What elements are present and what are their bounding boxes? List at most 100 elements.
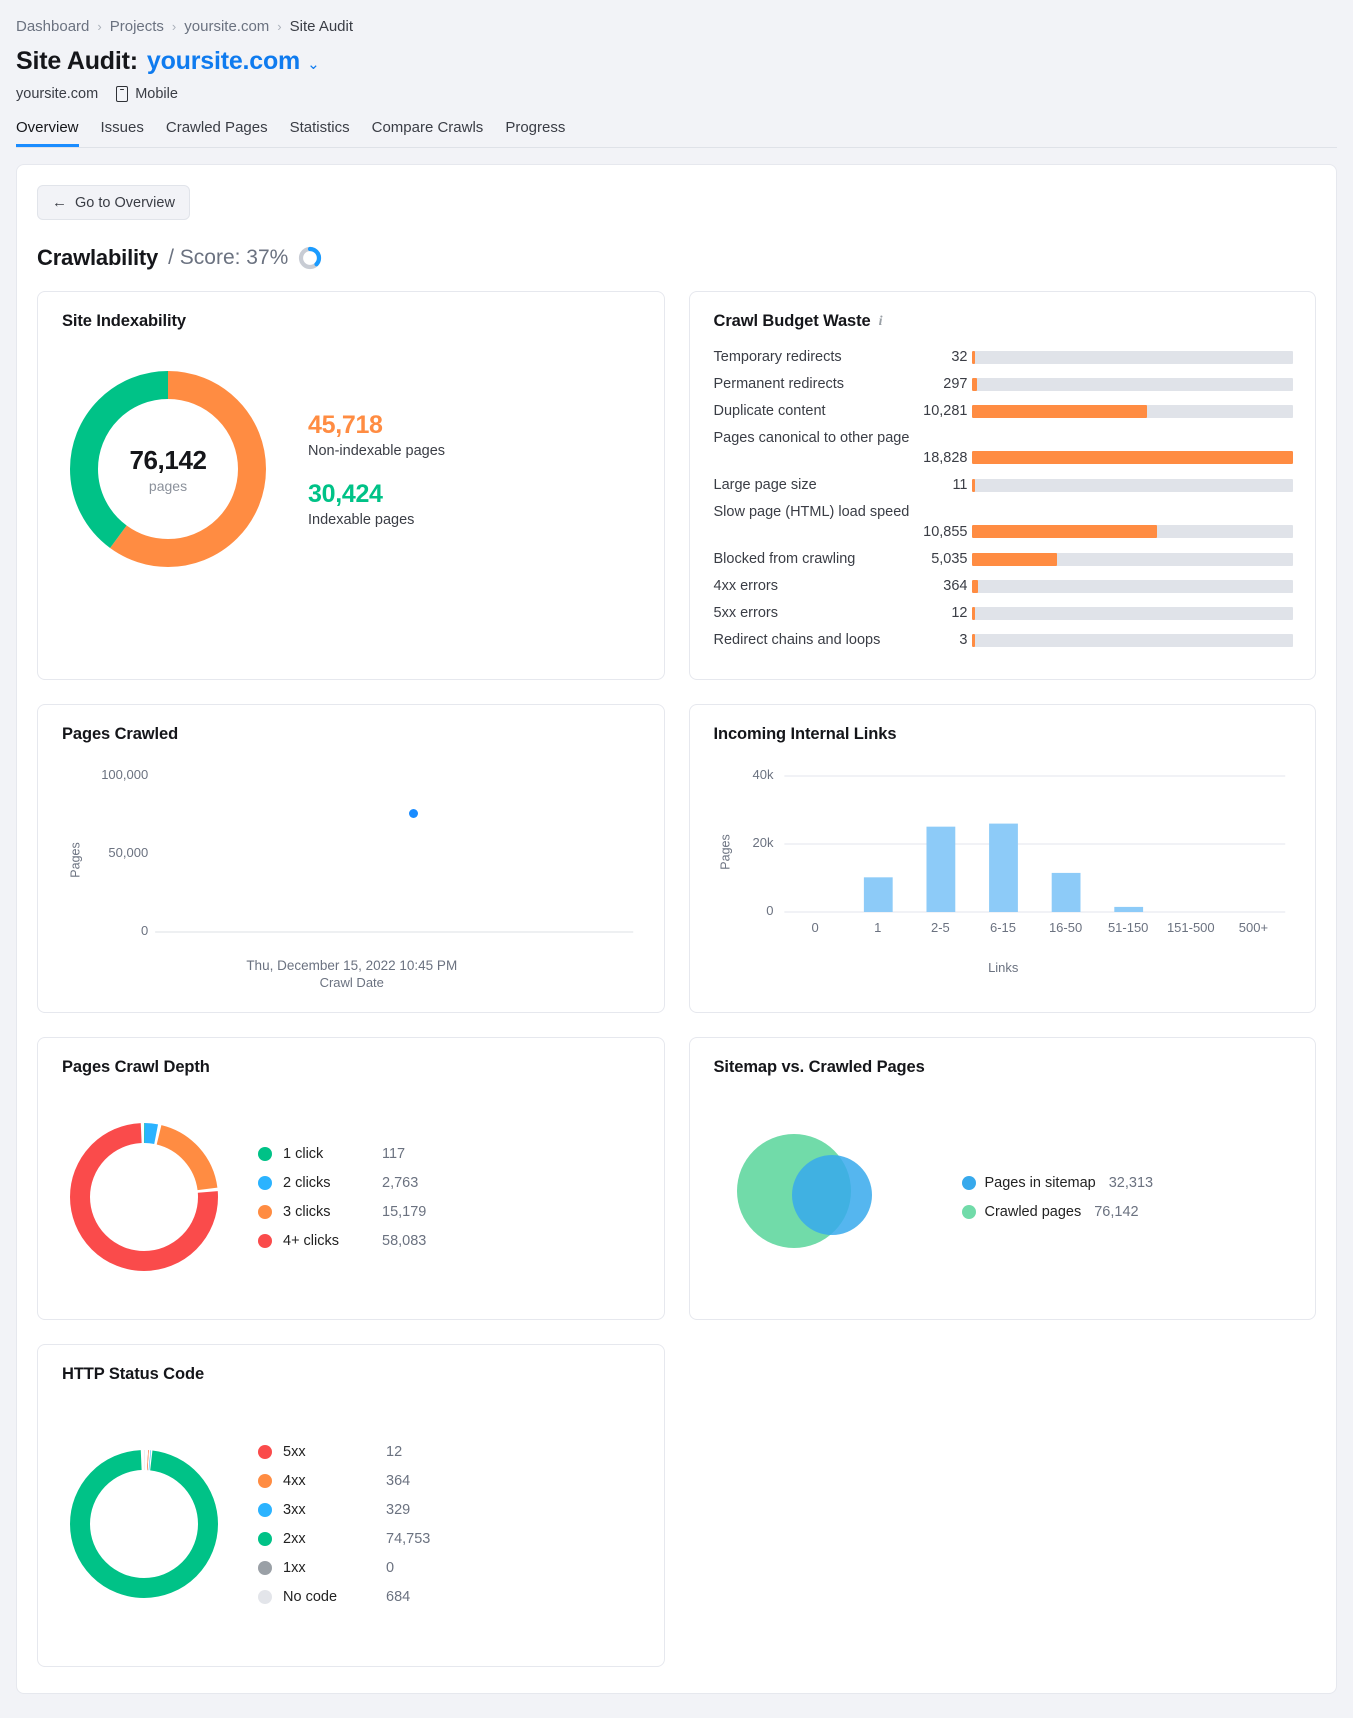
crawl-budget-label-group: Duplicate content 10,281	[714, 401, 972, 421]
crawl-depth-legend: 1 click1172 clicks2,7633 clicks15,1794+ …	[258, 1146, 426, 1249]
card-title-text: Pages Crawl Depth	[62, 1058, 210, 1077]
legend-label: 5xx	[283, 1444, 375, 1460]
venn-circle-sitemap	[792, 1155, 872, 1235]
crawl-budget-row: Blocked from crawling 5,035	[714, 549, 1294, 569]
go-to-overview-button[interactable]: ← Go to Overview	[37, 185, 190, 220]
mobile-phone-icon	[116, 86, 128, 102]
card-title: Sitemap vs. Crawled Pages	[714, 1058, 1294, 1077]
crawl-budget-row: Slow page (HTML) load speed10,855	[714, 502, 1294, 542]
crawl-budget-bar-fill	[972, 634, 975, 647]
legend-value: 117	[382, 1146, 405, 1162]
tab-crawled-pages[interactable]: Crawled Pages	[166, 119, 268, 147]
non-indexable-value: 45,718	[308, 411, 445, 440]
legend-color-dot	[258, 1503, 272, 1517]
legend-label: No code	[283, 1589, 375, 1605]
page-title-label: Site Audit:	[16, 47, 138, 76]
crawl-budget-bar-fill	[972, 580, 978, 593]
project-domain-text: yoursite.com	[16, 86, 98, 102]
legend-value: 0	[386, 1560, 394, 1576]
http-status-body: 5xx124xx3643xx3292xx74,7531xx0No code684	[62, 1404, 642, 1644]
card-site-indexability: Site Indexability 76,142 pages 45,718 No…	[37, 291, 665, 680]
x-axis-label: Links	[714, 960, 1294, 975]
legend-item: No code 684	[258, 1589, 430, 1605]
x-tick-label: 0	[784, 920, 847, 935]
legend-item: 5xx12	[258, 1444, 430, 1460]
card-title: HTTP Status Code	[62, 1365, 642, 1384]
crawl-budget-bar-track	[972, 479, 1294, 492]
crawl-budget-row: 5xx errors12	[714, 603, 1294, 623]
crawl-budget-value: 11	[952, 475, 967, 495]
x-tick-label: 2-5	[909, 920, 972, 935]
crawl-budget-value: 3	[959, 630, 967, 650]
crawl-budget-value: 18,828	[714, 448, 968, 468]
donut-svg	[70, 1450, 218, 1598]
tab-statistics[interactable]: Statistics	[290, 119, 350, 147]
crawl-budget-label: 4xx errors	[714, 576, 778, 596]
x-tick-label: Thu, December 15, 2022 10:45 PM	[62, 958, 642, 973]
card-pages-crawled: Pages Crawled 050,000100,000Pages Thu, D…	[37, 704, 665, 1013]
breadcrumb-item-projects[interactable]: Projects	[110, 18, 164, 35]
device-indicator: Mobile	[116, 86, 178, 102]
info-icon[interactable]: i	[879, 314, 883, 330]
legend-value: 684	[386, 1589, 410, 1605]
crawl-budget-label: Permanent redirects	[714, 374, 845, 394]
legend-item: 2 clicks2,763	[258, 1175, 426, 1191]
crawl-budget-waste-list: Temporary redirects32 Permanent redirects…	[714, 347, 1294, 650]
legend-item: 1 click117	[258, 1146, 426, 1162]
legend-color-dot	[258, 1561, 272, 1575]
legend-value: 74,753	[386, 1531, 430, 1547]
x-tick-label: 151-500	[1160, 920, 1223, 935]
score-text: / Score: 37%	[168, 246, 288, 270]
card-title: Incoming Internal Links	[714, 725, 1294, 744]
page-header: Dashboard›Projects›yoursite.com›Site Aud…	[0, 0, 1353, 148]
score-gauge-icon	[298, 246, 322, 270]
legend-label: Pages in sitemap	[985, 1175, 1096, 1191]
legend-value: 58,083	[382, 1233, 426, 1249]
data-point[interactable]	[409, 809, 418, 818]
crawl-budget-label: Pages canonical to other page	[714, 428, 968, 448]
crawl-budget-label: Blocked from crawling	[714, 549, 856, 569]
legend-label: Crawled pages	[985, 1204, 1082, 1220]
legend-color-dot	[258, 1590, 272, 1604]
project-domain-link[interactable]: yoursite.com	[147, 47, 300, 76]
crawl-budget-bar-fill	[972, 378, 977, 391]
crawl-budget-value: 10,281	[923, 401, 967, 421]
legend-item: Pages in sitemap32,313	[962, 1175, 1154, 1191]
non-indexable-stat: 45,718 Non-indexable pages	[308, 411, 445, 459]
breadcrumb-separator: ›	[277, 20, 281, 33]
page-title: Site Audit: yoursite.com ⌄	[16, 47, 1337, 76]
y-tick-label: 0	[714, 903, 774, 918]
legend-color-dot	[962, 1205, 976, 1219]
breadcrumb-item-dashboard[interactable]: Dashboard	[16, 18, 89, 35]
crawl-budget-row: Duplicate content 10,281	[714, 401, 1294, 421]
crawl-budget-bar-fill	[972, 351, 975, 364]
breadcrumb-item-yoursite-com[interactable]: yoursite.com	[184, 18, 269, 35]
legend-item: Crawled pages76,142	[962, 1204, 1154, 1220]
http-status-donut	[70, 1450, 218, 1598]
x-tick-label: 6-15	[972, 920, 1035, 935]
x-tick-label: 16-50	[1034, 920, 1097, 935]
tab-compare-crawls[interactable]: Compare Crawls	[372, 119, 484, 147]
tab-progress[interactable]: Progress	[505, 119, 565, 147]
crawl-budget-row: Pages canonical to other page18,828	[714, 428, 1294, 468]
card-title: Crawl Budget Waste i	[714, 312, 1294, 331]
device-label: Mobile	[135, 86, 178, 102]
tab-overview[interactable]: Overview	[16, 119, 79, 147]
card-sitemap-vs-crawled: Sitemap vs. Crawled Pages Pages in sitem…	[689, 1037, 1317, 1320]
crawl-budget-label: Large page size	[714, 475, 817, 495]
venn-svg	[722, 1107, 922, 1287]
y-tick-label: 100,000	[62, 767, 148, 782]
crawl-budget-row: Temporary redirects32	[714, 347, 1294, 367]
legend-color-dot	[258, 1205, 272, 1219]
crawl-budget-row: Redirect chains and loops3	[714, 630, 1294, 650]
card-title-text: Crawl Budget Waste	[714, 312, 871, 331]
breadcrumb-item-site-audit: Site Audit	[290, 18, 353, 35]
indexable-value: 30,424	[308, 480, 445, 509]
crawl-depth-body: 1 click1172 clicks2,7633 clicks15,1794+ …	[62, 1097, 642, 1297]
crawl-budget-label: Duplicate content	[714, 401, 826, 421]
chevron-down-icon[interactable]: ⌄	[307, 55, 320, 73]
crawl-budget-value: 5,035	[931, 549, 967, 569]
tab-issues[interactable]: Issues	[101, 119, 144, 147]
legend-label: 3xx	[283, 1502, 375, 1518]
crawl-budget-label-group: Temporary redirects32	[714, 347, 972, 367]
